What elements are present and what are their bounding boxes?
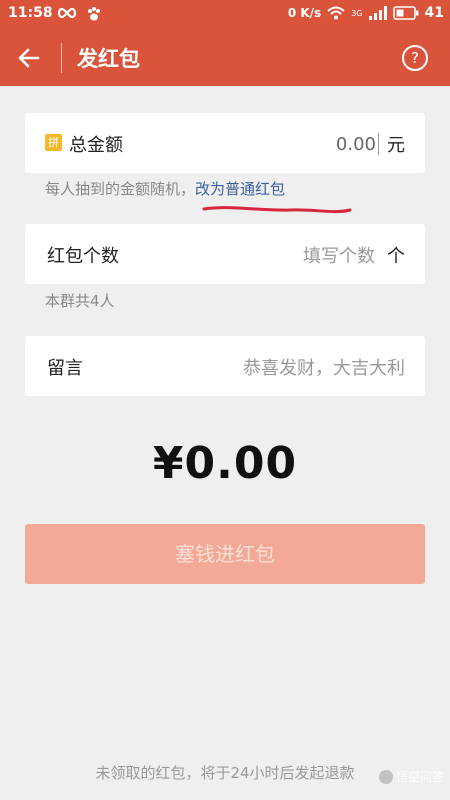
- signal-icon: [368, 6, 387, 20]
- arrow-left-icon: [18, 48, 40, 68]
- random-amount-hint: 每人抽到的金额随机，改为普通红包: [45, 178, 285, 199]
- random-hint-text: 每人抽到的金额随机，: [45, 180, 196, 198]
- wifi-icon: [327, 6, 345, 20]
- battery-icon: [392, 6, 419, 20]
- message-input[interactable]: 恭喜发财，大吉大利: [243, 354, 405, 380]
- status-bar: 11:58 0 K/s 3G 41: [0, 0, 450, 30]
- handwritten-underline-mark: [202, 206, 352, 214]
- total-amount-field[interactable]: 0.00 元: [336, 131, 405, 157]
- help-icon: ?: [411, 49, 419, 67]
- total-amount-card[interactable]: 拼 总金额 0.00 元: [25, 113, 425, 173]
- packet-count-input[interactable]: 填写个数: [303, 242, 375, 268]
- packet-count-label: 红包个数: [47, 246, 119, 267]
- status-right-icons: 0 K/s 3G 41: [288, 5, 444, 21]
- network-type: 3G: [351, 8, 363, 18]
- watermark: 悟空问答: [378, 768, 444, 785]
- infinity-icon: [57, 7, 77, 19]
- total-amount-label: 总金额: [69, 135, 123, 156]
- packet-count-field[interactable]: 填写个数 个: [303, 242, 405, 268]
- message-label: 留言: [47, 358, 83, 379]
- count-unit: 个: [387, 246, 405, 267]
- watermark-text: 悟空问答: [395, 770, 444, 784]
- app-bar: 发红包 ?: [0, 30, 450, 86]
- message-field[interactable]: 恭喜发财，大吉大利: [243, 354, 405, 380]
- currency-unit: 元: [387, 135, 405, 156]
- watermark-logo-icon: [378, 769, 393, 784]
- battery-level: 41: [424, 5, 444, 21]
- pin-badge-icon: 拼: [45, 134, 62, 151]
- app-bar-divider: [61, 43, 62, 73]
- help-button[interactable]: ?: [402, 45, 428, 71]
- status-left-icons: [56, 6, 102, 22]
- total-amount-input[interactable]: 0.00: [336, 134, 376, 155]
- submit-red-packet-button[interactable]: 塞钱进红包: [25, 524, 425, 584]
- packet-count-card[interactable]: 红包个数 填写个数 个: [25, 224, 425, 284]
- switch-to-normal-link[interactable]: 改为普通红包: [195, 180, 285, 198]
- total-amount-display: ¥0.00: [152, 438, 298, 489]
- message-card[interactable]: 留言 恭喜发财，大吉大利: [25, 336, 425, 396]
- text-caret: [378, 133, 379, 155]
- paw-icon: [88, 7, 100, 21]
- page-title: 发红包: [77, 47, 140, 71]
- status-time: 11:58: [8, 5, 53, 21]
- network-speed: 0 K/s: [287, 6, 322, 20]
- group-member-hint: 本群共4人: [45, 292, 115, 310]
- back-button[interactable]: [12, 42, 46, 74]
